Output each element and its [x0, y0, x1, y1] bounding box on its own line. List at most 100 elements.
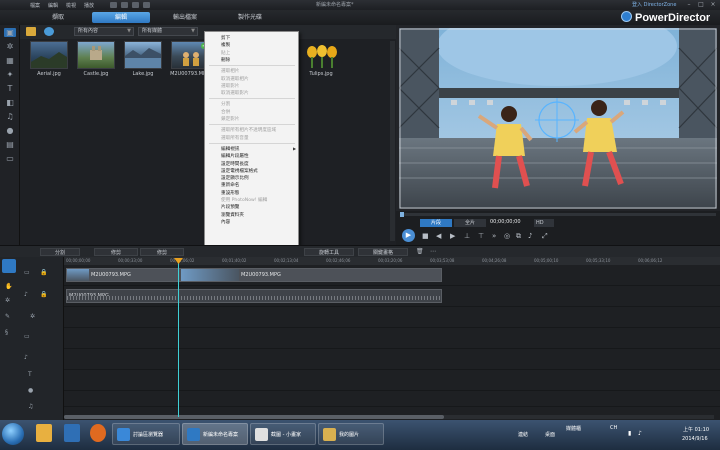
power-tools-button[interactable]: 旋轉工具 — [304, 248, 354, 256]
menu-edit[interactable]: 編輯 — [48, 2, 58, 9]
fullscreen-icon[interactable]: ⤢ — [542, 232, 548, 241]
tray-library[interactable]: 媒體櫃 — [566, 425, 581, 432]
undock-icon[interactable]: ⧉ — [516, 232, 521, 241]
start-button[interactable] — [2, 423, 24, 445]
media-player-icon[interactable] — [36, 424, 52, 442]
menu-play[interactable]: 播放 — [84, 2, 94, 9]
quality-dropdown[interactable]: HD — [534, 219, 554, 227]
menu-item[interactable]: 設定時間長度 — [221, 161, 249, 167]
maximize-button[interactable]: □ — [696, 1, 706, 9]
settings-icon[interactable] — [143, 2, 151, 8]
mark-in-button[interactable]: ⊥ — [464, 232, 470, 240]
import-folder-icon[interactable] — [26, 27, 36, 36]
chapter-room-icon[interactable]: ▤ — [4, 140, 16, 149]
thumbnail-castle[interactable] — [77, 41, 115, 69]
pip-track[interactable] — [64, 328, 720, 349]
network-icon[interactable]: ▮ — [628, 430, 631, 437]
keyframe-button[interactable]: 關鍵畫格 — [358, 248, 408, 256]
taskbar-item[interactable]: 我的圖片 — [318, 423, 384, 445]
particle-room-icon[interactable]: ✦ — [4, 70, 16, 79]
thumbnail-aerial[interactable] — [30, 41, 68, 69]
library-scrollbar[interactable] — [390, 41, 395, 241]
menu-item[interactable]: 複製 — [221, 42, 230, 48]
taskbar-item[interactable]: 截圖 - 小畫家 — [250, 423, 316, 445]
language-indicator[interactable]: CH — [610, 425, 617, 431]
trim-button[interactable]: 修剪 — [140, 248, 184, 256]
seek-slider[interactable] — [400, 212, 716, 217]
save-icon[interactable] — [110, 2, 118, 8]
menu-item[interactable]: 內容 — [221, 219, 230, 225]
tray-links[interactable]: 連結 — [518, 431, 528, 438]
menu-item[interactable]: 設定顯示比例 — [221, 175, 249, 181]
thumbnail-tulips[interactable] — [302, 41, 340, 69]
download-icon[interactable] — [44, 27, 54, 36]
next-frame-button[interactable]: ▶ — [450, 232, 455, 240]
tab-clip-mode[interactable]: 片段 — [420, 219, 452, 227]
menu-item[interactable]: 編輯視訊 — [221, 146, 239, 152]
tab-capture[interactable]: 擷取 — [38, 12, 78, 23]
wave-icon[interactable]: § — [5, 329, 8, 336]
title-room-icon[interactable]: T — [4, 84, 16, 93]
mark-out-button[interactable]: ⊤ — [478, 232, 484, 240]
selected-clip-segment[interactable] — [181, 269, 239, 281]
split-button[interactable]: 分割 — [40, 248, 80, 256]
video-track[interactable]: M2U00793.MPG M2U00793.MPG — [64, 265, 720, 286]
playhead[interactable] — [178, 262, 179, 417]
hand-tool-icon[interactable]: ✋ — [5, 283, 12, 290]
audio-mixing-room-icon[interactable]: ♫ — [4, 112, 16, 121]
minimize-button[interactable]: – — [684, 1, 694, 9]
video-clip[interactable]: M2U00793.MPG M2U00793.MPG — [66, 268, 442, 282]
transition-room-icon[interactable]: ◧ — [4, 98, 16, 107]
effect-room-icon[interactable]: ✲ — [4, 42, 16, 51]
redo-icon[interactable] — [132, 2, 140, 8]
timeline-scroll-thumb[interactable] — [64, 415, 444, 419]
audio-clip[interactable]: M2U00793.MPG — [66, 289, 442, 303]
fix-enhance-icon[interactable]: ✎ — [5, 313, 10, 320]
pip-room-icon[interactable]: ▦ — [4, 56, 16, 65]
tab-edit[interactable]: 編輯 — [92, 12, 150, 23]
volume-icon[interactable]: ♪ — [638, 430, 642, 437]
lock-icon[interactable]: 🔒 — [40, 269, 47, 276]
snapshot-camera-icon[interactable]: ◎ — [504, 232, 510, 240]
play-button[interactable]: ▶ — [402, 229, 415, 242]
menu-item[interactable]: 編輯片段屬性 — [221, 153, 249, 159]
magic-tool-icon[interactable]: ✲ — [5, 297, 10, 304]
timeline-ruler[interactable]: 00;00;00;00 00;00;33;00 00;01;06;02 00;01;4… — [64, 257, 720, 265]
library-filter-dropdown[interactable]: 所有內容 ▼ — [74, 27, 134, 36]
effect-track[interactable] — [64, 307, 720, 328]
taskbar-item[interactable]: 新編未命名專案 — [182, 423, 248, 445]
login-link[interactable]: 登入 DirectorZone — [632, 1, 676, 8]
menu-item[interactable]: 設定電視檔案格式 — [221, 168, 258, 174]
stop-button[interactable]: ■ — [422, 232, 429, 240]
tab-produce[interactable]: 輸出檔案 — [160, 12, 210, 23]
more-tools-icon[interactable]: ⋯ — [430, 248, 436, 255]
menu-item[interactable]: 剪下 — [221, 35, 230, 41]
menu-item[interactable]: 重新命名 — [221, 182, 239, 188]
menu-item[interactable]: 重設形態 — [221, 190, 239, 196]
fast-forward-button[interactable]: » — [492, 232, 496, 240]
undo-icon[interactable] — [121, 2, 129, 8]
menu-view[interactable]: 檢視 — [66, 2, 76, 9]
menu-item[interactable]: 刪除 — [221, 57, 230, 63]
menu-item[interactable]: 瀏覽資料夾 — [221, 212, 244, 218]
browser-icon[interactable] — [90, 424, 106, 442]
pip-audio-track[interactable] — [64, 349, 720, 370]
menu-file[interactable]: 檔案 — [30, 2, 40, 9]
thumbnail-lake[interactable] — [124, 41, 162, 69]
audio-track[interactable]: M2U00793.MPG — [64, 286, 720, 307]
voice-over-room-icon[interactable]: ● — [4, 126, 16, 135]
delete-icon[interactable]: 🗑 — [416, 248, 424, 255]
close-button[interactable]: × — [708, 1, 718, 9]
seek-handle[interactable] — [400, 212, 404, 217]
volume-icon[interactable]: ♪ — [528, 232, 532, 240]
tray-desktop[interactable]: 桌面 — [545, 431, 555, 438]
trim-button[interactable]: 修剪 — [94, 248, 138, 256]
previous-frame-button[interactable]: ◀ — [436, 232, 441, 240]
media-room-icon[interactable]: ▣ — [4, 28, 16, 37]
tab-create-disc[interactable]: 製作光碟 — [225, 12, 275, 23]
lock-icon[interactable]: 🔒 — [40, 291, 47, 298]
music-app-icon[interactable] — [64, 424, 80, 442]
timeline-mode-icon[interactable] — [2, 259, 16, 273]
taskbar-item[interactable]: 討論區瀏覽器 — [112, 423, 180, 445]
menu-item[interactable]: 片段預覽 — [221, 204, 239, 210]
